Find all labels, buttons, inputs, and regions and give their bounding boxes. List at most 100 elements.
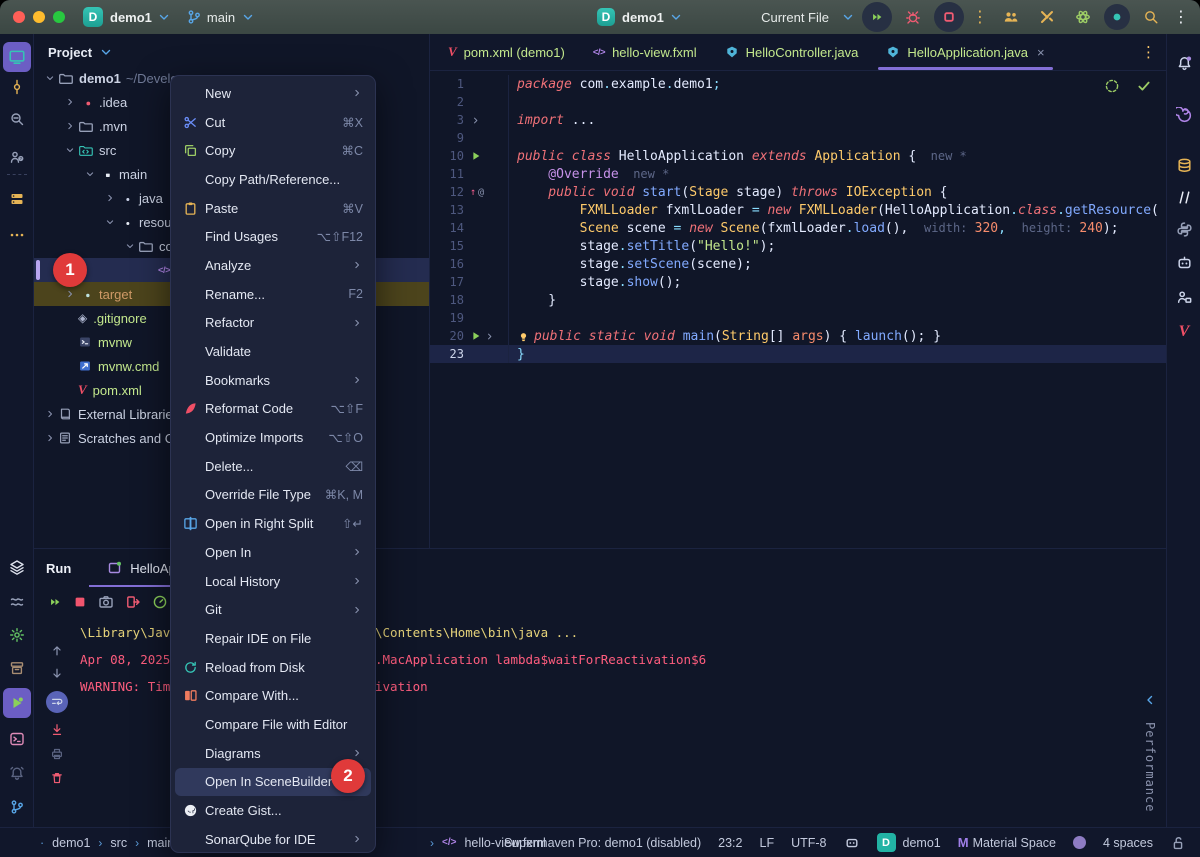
menu-item-analyze[interactable]: Analyze — [171, 251, 375, 280]
recording-indicator-icon[interactable] — [1104, 4, 1130, 30]
stripe-streams-button[interactable] — [1, 587, 33, 617]
stripe-maven-button[interactable]: V — [1168, 317, 1200, 347]
rerun-button[interactable] — [48, 595, 62, 609]
menu-item-cut[interactable]: Cut⌘X — [171, 108, 375, 137]
editor-tab-helloapplication-java[interactable]: HelloApplication.java× — [872, 34, 1058, 70]
menu-item-bookmarks[interactable]: Bookmarks — [171, 366, 375, 395]
menu-item-override-file-type[interactable]: Override File Type⌘K, M — [171, 481, 375, 510]
menu-item-open-in[interactable]: Open In — [171, 538, 375, 567]
menu-item-git[interactable]: Git — [171, 595, 375, 624]
stripe-commit-button[interactable] — [1, 72, 33, 102]
fold-arrow-icon[interactable] — [484, 331, 495, 342]
stop-process-button[interactable] — [73, 595, 87, 609]
reader-mode-icon[interactable] — [1104, 78, 1120, 94]
chevron-right-icon[interactable] — [102, 192, 118, 204]
stripe-code-with-me-button[interactable] — [1168, 282, 1200, 312]
editor-tab-hello-view-fxml[interactable]: </>hello-view.fxml — [579, 34, 711, 70]
minimize-window-button[interactable] — [33, 11, 45, 23]
code-line-18[interactable]: 18 } — [430, 291, 1166, 309]
branch-name[interactable]: main — [207, 10, 235, 25]
scroll-end-console-button[interactable] — [50, 723, 64, 737]
code-line-9[interactable]: 9 — [430, 129, 1166, 147]
menu-item-delete[interactable]: Delete...⌫ — [171, 452, 375, 481]
stripe-layers-button[interactable] — [1, 552, 33, 582]
run-button[interactable] — [862, 2, 892, 32]
stop-button[interactable] — [934, 2, 964, 32]
close-tab-icon[interactable]: × — [1037, 45, 1045, 60]
stripe-usage-people-button[interactable]: ? — [1, 142, 33, 172]
close-window-button[interactable] — [13, 11, 25, 23]
chevron-right-icon[interactable] — [42, 432, 58, 444]
code-line-2[interactable]: 2 — [430, 93, 1166, 111]
stripe-supermaven-button[interactable] — [1168, 182, 1200, 212]
code-line-13[interactable]: 13 FXMLLoader fxmlLoader = new FXMLLoade… — [430, 201, 1166, 219]
window-options-icon[interactable]: ⋮ — [1172, 2, 1190, 32]
inspections-ok-icon[interactable] — [1136, 78, 1152, 94]
zoom-window-button[interactable] — [53, 11, 65, 23]
menu-item-sonarqube-for-ide[interactable]: SonarQube for IDE — [171, 825, 375, 853]
stripe-settings-button[interactable] — [1, 620, 33, 650]
exit-button[interactable] — [125, 594, 141, 610]
chevron-right-icon[interactable] — [62, 120, 78, 132]
chevron-down-icon[interactable] — [82, 168, 98, 180]
chevron-right-icon[interactable] — [42, 408, 58, 420]
stripe-alarm-button[interactable] — [1, 758, 33, 788]
menu-item-compare-with[interactable]: Compare With... — [171, 681, 375, 710]
intention-bulb-icon[interactable] — [517, 330, 530, 343]
debug-button[interactable] — [898, 2, 928, 32]
printer-console-button[interactable] — [50, 747, 64, 761]
stripe-project-button[interactable] — [3, 42, 31, 72]
indent-setting[interactable]: 4 spaces — [1103, 836, 1153, 850]
screenshot-button[interactable] — [98, 594, 114, 610]
menu-item-compare-file-with-editor[interactable]: Compare File with Editor — [171, 710, 375, 739]
search-everywhere-icon[interactable] — [1136, 2, 1166, 32]
chevron-down-icon[interactable] — [42, 72, 58, 84]
stripe-structure-search-button[interactable] — [1, 104, 33, 134]
run-config-selector[interactable]: Current File — [761, 10, 829, 25]
status-project-name[interactable]: demo1 — [903, 836, 941, 850]
menu-item-find-usages[interactable]: Find Usages⌥⇧F12 — [171, 222, 375, 251]
code-line-3[interactable]: 3import ... — [430, 111, 1166, 129]
menu-item-paste[interactable]: Paste⌘V — [171, 194, 375, 223]
project-name[interactable]: demo1 — [110, 10, 152, 25]
overrides-gutter-icon[interactable]: ↑ — [470, 187, 476, 198]
menu-item-create-gist[interactable]: Create Gist... — [171, 796, 375, 825]
stripe-ai-chat-button[interactable] — [1168, 248, 1200, 278]
menu-item-new[interactable]: New — [171, 79, 375, 108]
fold-arrow-icon[interactable] — [470, 115, 481, 126]
stripe-database-button[interactable] — [1168, 150, 1200, 180]
collapse-performance-icon[interactable] — [1142, 692, 1158, 708]
editor-tab-pom-xml-demo1-[interactable]: Vpom.xml (demo1) — [434, 34, 579, 70]
softwrap-console-button[interactable] — [46, 691, 68, 713]
stripe-more-button[interactable] — [1, 220, 33, 250]
performance-tab[interactable]: Performance — [1143, 722, 1157, 812]
main-menu-tools-icon[interactable] — [1032, 2, 1062, 32]
stripe-notifications-bell-button[interactable] — [1168, 48, 1200, 78]
project-panel-title[interactable]: Project — [48, 45, 92, 60]
menu-item-rename[interactable]: Rename...F2 — [171, 280, 375, 309]
code-line-1[interactable]: 1package com.example.demo1; — [430, 75, 1166, 93]
file-encoding[interactable]: UTF-8 — [791, 836, 826, 850]
menu-item-refactor[interactable]: Refactor — [171, 309, 375, 338]
code-line-10[interactable]: 10public class HelloApplication extends … — [430, 147, 1166, 165]
code-line-20[interactable]: 20public static void main(String[] args)… — [430, 327, 1166, 345]
code-with-me-users-icon[interactable] — [996, 2, 1026, 32]
arrow-up-console-button[interactable] — [50, 643, 64, 657]
arrow-down-console-button[interactable] — [50, 667, 64, 681]
breadcrumb-segment[interactable]: src — [110, 836, 127, 850]
chevron-down-icon[interactable] — [62, 144, 78, 156]
code-line-16[interactable]: 16 stage.setScene(scene); — [430, 255, 1166, 273]
code-line-19[interactable]: 19 — [430, 309, 1166, 327]
theme-name[interactable]: Material Space — [973, 836, 1056, 850]
ai-robot-icon[interactable] — [844, 835, 860, 851]
menu-item-validate[interactable]: Validate — [171, 337, 375, 366]
stripe-run-button[interactable] — [3, 688, 31, 718]
menu-item-optimize-imports[interactable]: Optimize Imports⌥⇧O — [171, 423, 375, 452]
run-gutter-icon[interactable] — [470, 330, 482, 342]
stripe-structure-button[interactable] — [1, 184, 33, 214]
editor-tab-hellocontroller-java[interactable]: HelloController.java — [711, 34, 873, 70]
line-separator[interactable]: LF — [760, 836, 775, 850]
profiler-button[interactable] — [152, 594, 168, 610]
code-line-14[interactable]: 14 Scene scene = new Scene(fxmlLoader.lo… — [430, 219, 1166, 237]
code-line-12[interactable]: 12↑@ public void start(Stage stage) thro… — [430, 183, 1166, 201]
